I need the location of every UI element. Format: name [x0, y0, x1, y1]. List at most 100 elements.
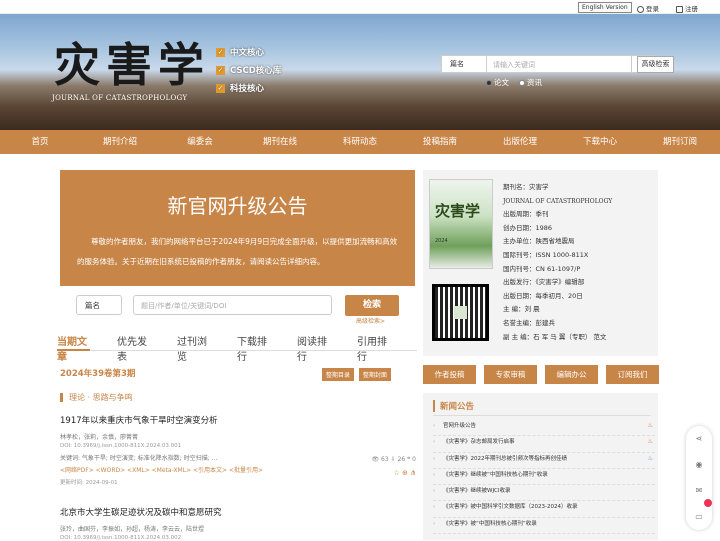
- news-label: 《灾害学》被“中国科技核心期刊”收录: [443, 520, 537, 527]
- notice-banner[interactable]: 新官网升级公告 尊敬的作者朋友，我们的网络平台已于2024年9月9日完成全面升级…: [60, 170, 415, 286]
- article-keywords: 关键词: 气象干旱; 时空演变; 标准化降水指数; 时空扫描; ...: [60, 455, 218, 462]
- register-link[interactable]: 注册: [676, 3, 698, 13]
- nav-item[interactable]: 首页: [0, 130, 80, 154]
- news-label: 《灾害学》2022年期刊总被引频次等指标再创佳绩: [443, 455, 567, 462]
- article-doi[interactable]: DOI: 10.3969/j.issn.1000-811X.2024.03.00…: [60, 443, 416, 449]
- journal-cover[interactable]: 灾害学 2024: [429, 179, 493, 269]
- news-item[interactable]: 《灾害学》继续被“中国科技核心期刊”收录: [433, 469, 655, 486]
- meta-line: 创办日期：1986: [503, 223, 553, 232]
- tab-archive[interactable]: 过刊浏览: [177, 333, 210, 363]
- issue-cover-button[interactable]: 整期封面: [359, 368, 392, 381]
- news-item[interactable]: 《灾害学》杂志邮局发行启事 ♨: [433, 436, 655, 453]
- link-icon[interactable]: ⋔: [410, 469, 416, 477]
- cover-title: 灾害学: [435, 202, 481, 220]
- login-label: 登录: [646, 5, 659, 13]
- logo-chinese[interactable]: 灾害学: [54, 39, 210, 91]
- nav-item[interactable]: 投稿指南: [400, 130, 480, 154]
- badge-label: CSCD核心库: [230, 66, 282, 76]
- star-icon[interactable]: ☆: [394, 469, 400, 477]
- login-link[interactable]: 登录: [637, 3, 659, 13]
- news-panel: 新闻公告 官网升级公告 ♨ 《灾害学》杂志邮局发行启事 ♨ 《灾害学》2022年期刊…: [423, 393, 658, 540]
- rss-icon[interactable]: ◉: [686, 452, 712, 478]
- top-bar: English Version 登录 注册: [0, 0, 720, 14]
- meta-line: 国际刊号：ISSN 1000-811X: [503, 250, 589, 259]
- news-item[interactable]: 官网升级公告 ♨: [433, 420, 655, 437]
- english-version-button[interactable]: English Version: [578, 2, 632, 13]
- nav-item[interactable]: 出版伦理: [480, 130, 560, 154]
- logo-english: JOURNAL OF CATASTROPHOLOGY: [52, 94, 188, 102]
- nav-item[interactable]: 期刊订阅: [640, 130, 720, 154]
- subscribe-button[interactable]: 订阅我们: [606, 365, 659, 384]
- news-item[interactable]: 《灾害学》继续被WJCI收录: [433, 485, 655, 502]
- meta-line: 副 主 编：石 军 马 翼（专职） 范文: [503, 332, 607, 341]
- news-item[interactable]: 《灾害学》2022年期刊总被引频次等指标再创佳绩 ♨: [433, 453, 655, 469]
- check-icon: ✓: [216, 65, 225, 75]
- article-item: 1917年以来重庆市气象干旱时空演变分析 林孝松，张莉，余慎，廖菁菁 DOI: …: [60, 414, 416, 486]
- header-search: 篇名 请输入关键词 ⌕: [441, 55, 656, 73]
- news-item[interactable]: 《灾害学》被“中国科技核心期刊”收录: [433, 518, 655, 535]
- notice-body: 尊敬的作者朋友，我们的网络平台已于2024年9月9日完成全面升级，以提供更加流畅…: [77, 237, 398, 266]
- journal-meta: 期刊名：灾害学 JOURNAL OF CATASTROPHOLOGY 出版周期：…: [503, 181, 612, 344]
- issue-toc-button[interactable]: 整期目录: [322, 368, 355, 381]
- check-icon: ✓: [216, 47, 225, 57]
- fire-icon: ♨: [647, 454, 653, 462]
- article-title[interactable]: 1917年以来重庆市气象干旱时空演变分析: [60, 414, 416, 426]
- article-search-type-select[interactable]: 篇名: [76, 295, 122, 315]
- tab-downloads[interactable]: 下载排行: [237, 333, 270, 363]
- nav-item[interactable]: 编委会: [160, 130, 240, 154]
- meta-line: JOURNAL OF CATASTROPHOLOGY: [503, 197, 613, 205]
- article-authors: 张玲，曲国芬，李振如，孙超，杨涛，李云云，陆世煜: [60, 526, 205, 533]
- nav-item[interactable]: 下载中心: [560, 130, 640, 154]
- meta-line: 主办单位：陕西省地震局: [503, 237, 575, 246]
- radio-news[interactable]: 资讯: [519, 77, 542, 88]
- article-authors: 林孝松，张莉，余慎，廖菁菁: [60, 434, 139, 441]
- meta-line: 出版周期：季刊: [503, 210, 549, 219]
- nav-item[interactable]: 科研动态: [320, 130, 400, 154]
- meta-line: 国内刊号：CN 61-1097/P: [503, 264, 581, 273]
- article-title[interactable]: 北京市大学生碳足迹状况及碳中和意愿研究: [60, 506, 416, 518]
- badge-label: 中文核心: [230, 48, 265, 58]
- share-icon[interactable]: ⊕: [402, 469, 408, 477]
- section-heading: 理论 · 思路与争鸣: [60, 392, 133, 403]
- tab-citations[interactable]: 引用排行: [357, 333, 390, 363]
- news-title: 新闻公告: [433, 400, 474, 412]
- meta-line: 期刊名：灾害学: [503, 183, 549, 191]
- editor-office-button[interactable]: 编辑办公: [545, 365, 598, 384]
- floating-toolbar: ⋖ ◉ ✉ ▭: [686, 426, 712, 530]
- meta-line: 名誉主编：彭建兵: [503, 318, 555, 327]
- nav-item[interactable]: 期刊在线: [240, 130, 320, 154]
- article-search-input[interactable]: 题目/作者/单位/关键词/DOI: [133, 295, 332, 315]
- journal-info-panel: 灾害学 2024 期刊名：灾害学 JOURNAL OF CATASTROPHOL…: [423, 170, 658, 356]
- search-type-select[interactable]: 篇名: [441, 55, 487, 73]
- submit-button[interactable]: 作者投稿: [423, 365, 476, 384]
- radio-papers[interactable]: 论文: [486, 77, 509, 88]
- article-advanced-search-link[interactable]: 高级检索>: [356, 316, 385, 325]
- news-item[interactable]: 《灾害学》被中国科学引文数据库（2023-2024）收录: [433, 501, 655, 518]
- news-label: 官网升级公告: [443, 423, 477, 429]
- radio-icon: [519, 80, 525, 86]
- review-button[interactable]: 专家审稿: [484, 365, 537, 384]
- banner: 灾害学 JOURNAL OF CATASTROPHOLOGY ✓ 中文核心 ✓ CS…: [0, 14, 720, 130]
- edit-icon: [676, 5, 683, 13]
- news-label: 《灾害学》被中国科学引文数据库（2023-2024）收录: [443, 504, 578, 511]
- advanced-search-button[interactable]: 高级检索: [637, 56, 674, 73]
- article-stats: 👁 63 ⇩ 26 ❝ 0: [371, 456, 417, 463]
- nav-item[interactable]: 期刊介绍: [80, 130, 160, 154]
- meta-line: 主 编：刘 晨: [503, 305, 540, 314]
- badge-item: ✓ 科技核心: [216, 82, 281, 94]
- article-doi[interactable]: DOI: 10.3969/j.issn.1000-811X.2024.03.00…: [60, 535, 416, 541]
- news-label: 《灾害学》杂志邮局发行启事: [443, 439, 515, 446]
- message-icon[interactable]: ▭: [686, 504, 712, 530]
- badge-item: ✓ 中文核心: [216, 46, 281, 58]
- tab-current[interactable]: 当期文章: [57, 333, 90, 363]
- radio-label: 论文: [494, 78, 509, 87]
- tab-reads[interactable]: 阅读排行: [297, 333, 330, 363]
- article-search-button[interactable]: 检索: [345, 295, 399, 316]
- article-links[interactable]: <网络PDF> <WORD> <XML> <Meta-XML> <引用本文> <…: [60, 465, 416, 474]
- notice-title: 新官网升级公告: [167, 194, 308, 218]
- share-icon[interactable]: ⋖: [686, 426, 712, 452]
- tab-priority[interactable]: 优先发表: [117, 333, 150, 363]
- cover-year: 2024: [435, 238, 448, 244]
- search-input[interactable]: 请输入关键词: [487, 55, 632, 73]
- article-action-icons: ☆ ⊕ ⋔: [394, 469, 417, 477]
